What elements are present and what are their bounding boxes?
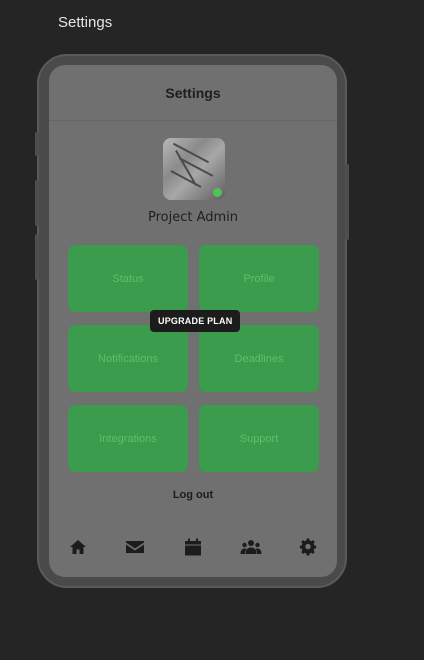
tile-deadlines[interactable]: Deadlines xyxy=(199,325,319,392)
tile-profile[interactable]: Profile xyxy=(199,245,319,312)
header-bar: Settings xyxy=(49,65,337,121)
tile-integrations[interactable]: Integrations xyxy=(68,405,188,472)
users-icon xyxy=(240,540,262,554)
logout-button[interactable]: Log out xyxy=(49,489,337,501)
page-heading: Settings xyxy=(58,14,113,31)
phone-volume-down xyxy=(35,234,39,280)
tile-notifications[interactable]: Notifications xyxy=(68,325,188,392)
phone-frame: Settings Project Admin Status Profile No… xyxy=(35,54,349,588)
nav-calendar[interactable] xyxy=(181,535,205,559)
tile-status[interactable]: Status xyxy=(68,245,188,312)
home-icon xyxy=(69,540,86,554)
profile-name: Project Admin xyxy=(147,210,239,225)
online-status-dot xyxy=(213,188,222,197)
calendar-icon xyxy=(184,538,201,556)
nav-settings[interactable] xyxy=(296,535,320,559)
nav-home[interactable] xyxy=(66,535,90,559)
settings-screen: Settings Project Admin Status Profile No… xyxy=(49,65,337,577)
tile-support[interactable]: Support xyxy=(199,405,319,472)
gear-icon xyxy=(300,538,317,556)
phone-power-button xyxy=(345,164,349,240)
screen-title: Settings xyxy=(165,84,221,101)
nav-mail[interactable] xyxy=(123,535,147,559)
phone-side-button xyxy=(35,132,39,156)
bottom-nav xyxy=(49,529,337,565)
upgrade-plan-button[interactable]: UPGRADE PLAN xyxy=(150,310,241,332)
avatar-detail xyxy=(170,170,202,188)
mail-icon xyxy=(126,541,145,553)
phone-volume-up xyxy=(35,180,39,226)
nav-team[interactable] xyxy=(239,535,263,559)
avatar[interactable] xyxy=(163,138,225,200)
